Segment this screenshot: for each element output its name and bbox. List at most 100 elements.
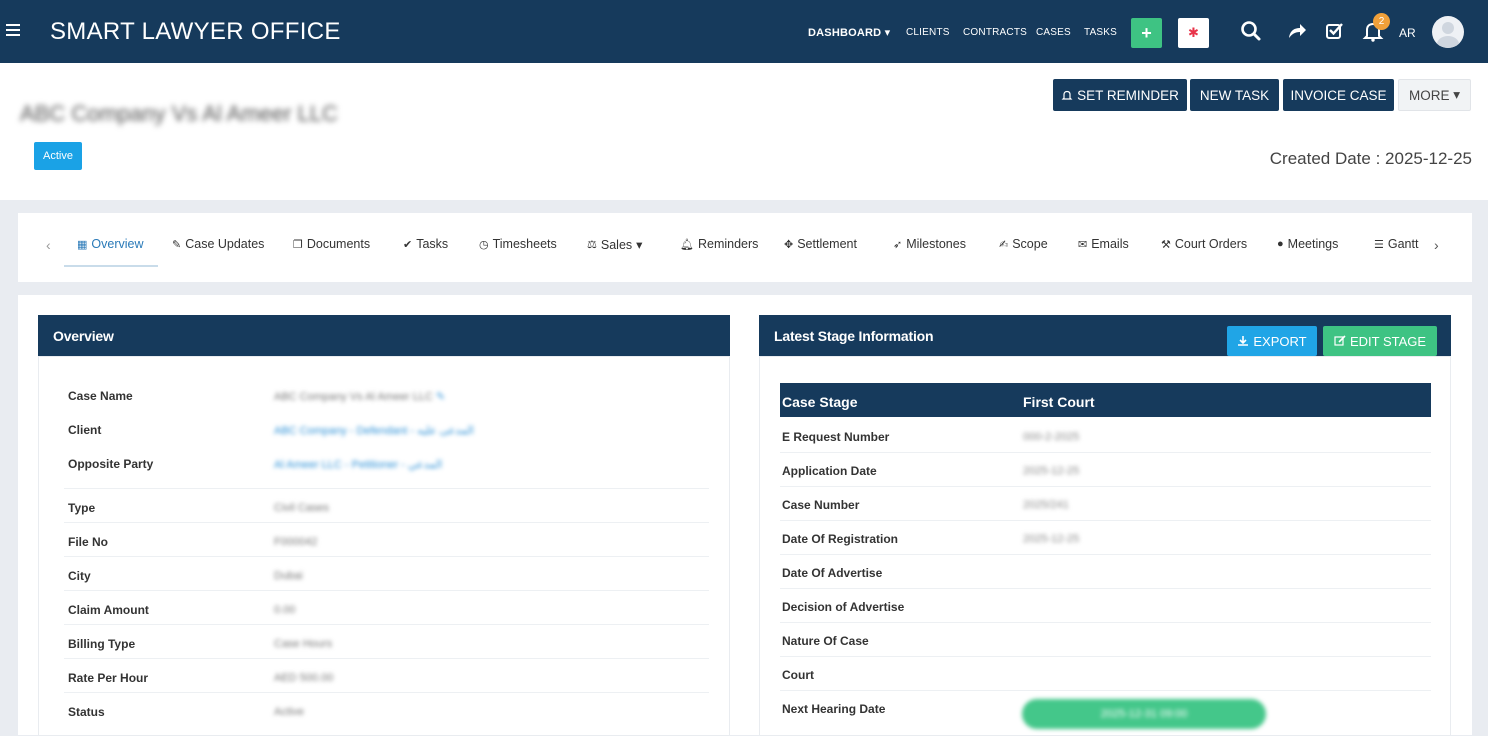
claim-amount-value: 0.00 [274,604,296,616]
add-new-button[interactable]: + [1131,18,1162,48]
language-switch[interactable]: AR [1399,26,1416,40]
app-title[interactable]: SMART LAWYER OFFICE [50,18,341,46]
export-button[interactable]: EXPORT [1227,326,1317,356]
divider [780,520,1431,521]
tab-label: Milestones [906,237,966,251]
tab-meetings[interactable]: ● Meetings [1277,237,1338,251]
case-name-value: ABC Company Vs Al Ameer LLC ✎ [274,390,445,403]
emergency-button[interactable]: ✱ [1178,18,1209,48]
city-value: Dubai [274,570,303,582]
type-label: Type [68,501,96,515]
file-no-label: File No [68,535,109,549]
tab-label: Documents [306,237,371,251]
top-navbar: SMART LAWYER OFFICE DASHBOARD ▾ CLIENTS … [0,0,1488,63]
gavel-icon: ⚒ [1161,238,1171,251]
edit-stage-button[interactable]: EDIT STAGE [1323,326,1437,356]
more-dropdown[interactable]: MORE ▾ [1398,79,1471,111]
tab-bar: ‹ ▦ Overview ✎ Case Updates ❐ Documents ✔ Ta… [18,213,1472,282]
tab-settlement[interactable]: ✥ Settlement [784,237,857,251]
bars-icon: ☰ [1374,238,1384,251]
tab-tasks[interactable]: ✔ Tasks [403,237,448,251]
tab-label: Settlement [797,237,857,251]
invoice-case-button[interactable]: INVOICE CASE [1283,79,1394,111]
billing-type-value: Case Hours [274,638,333,650]
tab-scope[interactable]: ✍ Scope [999,237,1048,251]
status-badge: Active [34,142,82,170]
divider [64,624,709,625]
nav-cases[interactable]: CASES [1036,27,1071,38]
pencil-icon: ✎ [172,238,182,251]
nav-clients[interactable]: CLIENTS [906,27,950,38]
tab-reminders[interactable]: 🔔︎ Reminders [680,237,758,251]
tab-active-indicator [64,265,158,267]
chevron-down-icon: ▾ [636,238,643,252]
client-value[interactable]: ABC Company - Defendant - المدعى عليه [274,424,474,437]
tab-label: Reminders [697,237,759,251]
divider [780,554,1431,555]
edit-stage-label: EDIT STAGE [1349,333,1427,349]
divider [64,556,709,557]
tab-emails[interactable]: ✉ Emails [1078,237,1129,251]
e-request-number-value: 000-2-2025 [1023,431,1080,443]
next-hearing-date-badge[interactable]: 2025-12-31 09:00 [1022,699,1266,729]
set-reminder-label: SET REMINDER [1077,87,1179,103]
tab-label: Sales [600,237,633,252]
more-label: MORE [1408,87,1450,103]
edit-icon [1334,335,1346,346]
rocket-icon: ➶ [893,238,903,251]
client-label: Client [68,423,102,437]
tab-label: Timesheets [492,237,557,251]
clock-icon: ◷ [479,238,489,251]
set-reminder-button[interactable]: SET REMINDER [1053,79,1187,111]
tab-milestones[interactable]: ➶ Milestones [893,237,966,251]
scale-icon: ⚖ [587,239,597,251]
divider [64,692,709,693]
nav-tasks[interactable]: TASKS [1084,27,1117,38]
comment-icon: ● [1277,238,1284,250]
tab-label: Gantt [1387,237,1419,251]
opposite-party-value[interactable]: Al Ameer LLC - Petitioner - المدعي [274,458,442,471]
tab-gantt[interactable]: ☰ Gantt [1374,237,1418,251]
notification-badge: 2 [1373,13,1390,30]
tabs-scroll-right-icon[interactable]: › [1434,237,1439,253]
application-date-value: 2025-12-25 [1023,465,1080,477]
search-icon[interactable] [1238,18,1264,44]
tab-case-updates[interactable]: ✎ Case Updates [172,237,264,251]
case-name-label: Case Name [68,389,133,403]
download-icon [1238,336,1249,346]
case-stage-value: First Court [1023,394,1095,410]
case-stage-label: Case Stage [782,394,858,410]
rate-per-hour-value: AED 500.00 [274,672,334,684]
divider [780,588,1431,589]
tab-label: Court Orders [1174,237,1248,251]
tab-label: Scope [1012,237,1048,251]
envelope-icon: ✉ [1078,238,1088,251]
next-hearing-date-label: Next Hearing Date [782,702,886,716]
edit-icon: ✍ [999,238,1009,251]
type-value: Civil Cases [274,502,330,514]
checklist-icon[interactable] [1322,18,1348,44]
user-avatar[interactable] [1432,16,1464,48]
tab-overview[interactable]: ▦ Overview [77,237,144,251]
case-name-text: ABC Company Vs Al Ameer LLC [274,391,433,403]
divider [780,622,1431,623]
tab-label: Case Updates [185,237,265,251]
share-icon[interactable] [1284,18,1310,44]
edit-pencil-icon[interactable]: ✎ [436,391,445,403]
nav-contracts[interactable]: CONTRACTS [963,27,1027,38]
tab-timesheets[interactable]: ◷ Timesheets [479,237,557,251]
tabs-scroll-left-icon[interactable]: ‹ [46,237,51,253]
menu-toggle-icon[interactable] [6,24,20,36]
decision-of-advertise-label: Decision of Advertise [782,600,905,614]
new-task-button[interactable]: NEW TASK [1190,79,1279,111]
tab-court-orders[interactable]: ⚒ Court Orders [1161,237,1247,251]
divider [780,656,1431,657]
status-label: Status [68,705,105,719]
tab-documents[interactable]: ❐ Documents [293,237,370,251]
tab-sales[interactable]: ⚖ Sales ▾ [587,237,643,253]
case-title: ABC Company Vs Al Ameer LLC [20,101,338,126]
divider [64,590,709,591]
nav-dashboard[interactable]: DASHBOARD ▾ [808,26,890,39]
date-of-advertise-label: Date Of Advertise [782,566,883,580]
bell-outline-icon [1061,90,1073,100]
